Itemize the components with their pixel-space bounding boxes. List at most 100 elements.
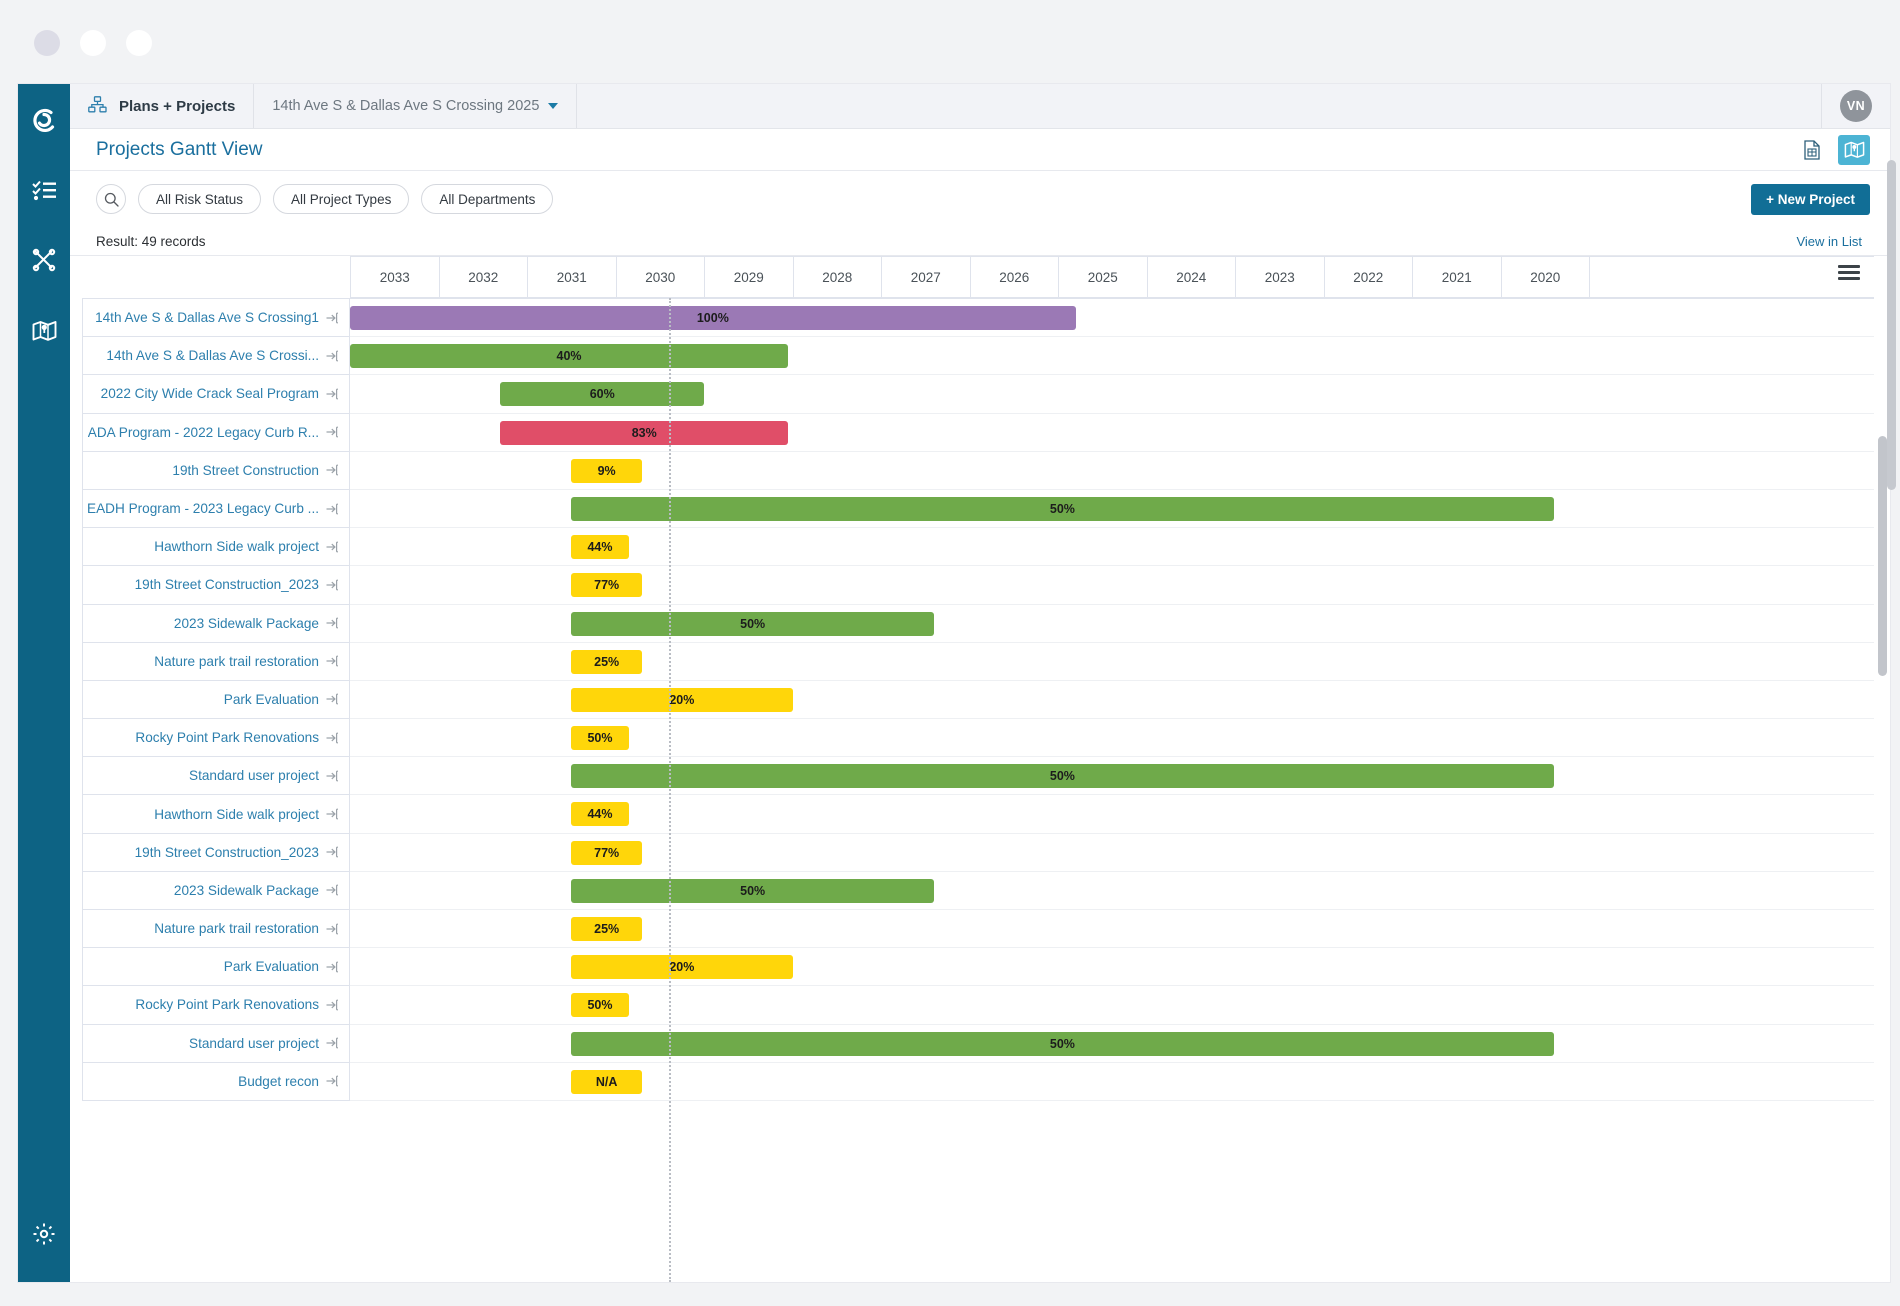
- project-label-row[interactable]: Hawthorn Side walk project: [83, 528, 349, 566]
- project-label-row[interactable]: Standard user project: [83, 1025, 349, 1063]
- project-label-row[interactable]: 2023 Sidewalk Package: [83, 605, 349, 643]
- project-label-row[interactable]: Standard user project: [83, 757, 349, 795]
- project-label-row[interactable]: 19th Street Construction_2023: [83, 566, 349, 604]
- timeline-year-cell: 2025: [1059, 257, 1148, 297]
- open-project-arrow-icon[interactable]: [326, 464, 339, 476]
- page-vertical-scrollbar[interactable]: [1887, 160, 1896, 1220]
- company-logo-icon[interactable]: [24, 98, 64, 142]
- gantt-bar[interactable]: 50%: [571, 879, 934, 903]
- gantt-bar[interactable]: 20%: [571, 955, 792, 979]
- open-project-arrow-icon[interactable]: [326, 961, 339, 973]
- left-navigation-rail: [18, 84, 70, 1282]
- open-project-arrow-icon[interactable]: [326, 1075, 339, 1087]
- open-project-arrow-icon[interactable]: [326, 732, 339, 744]
- page-scrollbar-thumb[interactable]: [1887, 160, 1896, 490]
- project-label-row[interactable]: 19th Street Construction: [83, 452, 349, 490]
- project-label-row[interactable]: 14th Ave S & Dallas Ave S Crossing1: [83, 299, 349, 337]
- gantt-bar[interactable]: 50%: [571, 764, 1553, 788]
- open-project-arrow-icon[interactable]: [326, 655, 339, 667]
- project-label-row[interactable]: 14th Ave S & Dallas Ave S Crossi...: [83, 337, 349, 375]
- gantt-bar[interactable]: 60%: [500, 382, 704, 406]
- gantt-bar[interactable]: 50%: [571, 612, 934, 636]
- gantt-bar[interactable]: 50%: [571, 993, 629, 1017]
- gantt-row: 20%: [350, 681, 1874, 719]
- open-project-arrow-icon[interactable]: [326, 846, 339, 858]
- project-label-row[interactable]: Rocky Point Park Renovations: [83, 719, 349, 757]
- project-label-row[interactable]: 2023 Sidewalk Package: [83, 872, 349, 910]
- open-project-arrow-icon[interactable]: [326, 426, 339, 438]
- open-project-arrow-icon[interactable]: [326, 617, 339, 629]
- window-dot-2[interactable]: [80, 30, 106, 56]
- gantt-bar-value: 83%: [632, 426, 657, 440]
- gantt-bar[interactable]: 25%: [571, 650, 642, 674]
- search-icon[interactable]: [96, 184, 126, 214]
- avatar[interactable]: VN: [1840, 90, 1872, 122]
- report-document-icon[interactable]: [1796, 135, 1828, 165]
- open-project-arrow-icon[interactable]: [326, 579, 339, 591]
- open-project-arrow-icon[interactable]: [326, 503, 339, 515]
- gantt-bar-value: 50%: [1050, 1037, 1075, 1051]
- new-project-button[interactable]: + New Project: [1751, 184, 1870, 215]
- open-project-arrow-icon[interactable]: [326, 541, 339, 553]
- project-label-row[interactable]: EADH Program - 2023 Legacy Curb ...: [83, 490, 349, 528]
- checklist-icon[interactable]: [24, 168, 64, 212]
- open-project-arrow-icon[interactable]: [326, 770, 339, 782]
- timeline-year-cell: 2032: [440, 257, 529, 297]
- project-label-row[interactable]: Rocky Point Park Renovations: [83, 986, 349, 1024]
- project-label-row[interactable]: Nature park trail restoration: [83, 643, 349, 681]
- open-project-arrow-icon[interactable]: [326, 693, 339, 705]
- timeline-year-cell: 2026: [971, 257, 1060, 297]
- gear-icon[interactable]: [24, 1212, 64, 1256]
- gantt-bar[interactable]: 50%: [571, 497, 1553, 521]
- project-label-row[interactable]: Nature park trail restoration: [83, 910, 349, 948]
- window-dot-3[interactable]: [126, 30, 152, 56]
- filter-project-types[interactable]: All Project Types: [273, 184, 409, 214]
- open-project-arrow-icon[interactable]: [326, 884, 339, 896]
- gantt-bar[interactable]: 20%: [571, 688, 792, 712]
- gantt-bar[interactable]: 50%: [571, 726, 629, 750]
- gantt-bar[interactable]: 25%: [571, 917, 642, 941]
- timeline-year-cell: 2024: [1148, 257, 1237, 297]
- gantt-bar[interactable]: 100%: [350, 306, 1076, 330]
- module-label: Plans + Projects: [119, 98, 235, 115]
- project-label-row[interactable]: Hawthorn Side walk project: [83, 795, 349, 833]
- gantt-bar[interactable]: 50%: [571, 1032, 1553, 1056]
- gantt-bar[interactable]: 83%: [500, 421, 788, 445]
- gantt-bar[interactable]: N/A: [571, 1070, 642, 1094]
- gantt-bar[interactable]: 9%: [571, 459, 642, 483]
- project-label-row[interactable]: 2022 City Wide Crack Seal Program: [83, 375, 349, 413]
- project-label-row[interactable]: 19th Street Construction_2023: [83, 834, 349, 872]
- map-icon[interactable]: [24, 308, 64, 352]
- filter-departments[interactable]: All Departments: [421, 184, 553, 214]
- project-selector[interactable]: 14th Ave S & Dallas Ave S Crossing 2025: [254, 84, 577, 128]
- timeline-menu-icon[interactable]: [1838, 265, 1860, 283]
- open-project-arrow-icon[interactable]: [326, 999, 339, 1011]
- gantt-row: 100%: [350, 299, 1874, 337]
- gantt-vertical-scrollbar[interactable]: [1878, 256, 1887, 1282]
- module-plans-projects[interactable]: Plans + Projects: [70, 84, 254, 128]
- timeline-year-cell: 2028: [794, 257, 883, 297]
- project-label: Park Evaluation: [224, 959, 319, 974]
- open-project-arrow-icon[interactable]: [326, 312, 339, 324]
- window-dot-1[interactable]: [34, 30, 60, 56]
- project-label-row[interactable]: Park Evaluation: [83, 948, 349, 986]
- gantt-bar[interactable]: 77%: [571, 573, 642, 597]
- tools-icon[interactable]: [24, 238, 64, 282]
- open-project-arrow-icon[interactable]: [326, 388, 339, 400]
- project-label: 2022 City Wide Crack Seal Program: [101, 386, 319, 401]
- project-label-row[interactable]: ADA Program - 2022 Legacy Curb R...: [83, 414, 349, 452]
- project-label-row[interactable]: Park Evaluation: [83, 681, 349, 719]
- gantt-bar[interactable]: 40%: [350, 344, 788, 368]
- scrollbar-thumb[interactable]: [1878, 436, 1887, 676]
- gantt-bar[interactable]: 44%: [571, 802, 629, 826]
- filter-risk-status[interactable]: All Risk Status: [138, 184, 261, 214]
- open-project-arrow-icon[interactable]: [326, 350, 339, 362]
- view-in-list-link[interactable]: View in List: [1796, 234, 1862, 249]
- open-project-arrow-icon[interactable]: [326, 808, 339, 820]
- gantt-bar[interactable]: 44%: [571, 535, 629, 559]
- open-project-arrow-icon[interactable]: [326, 923, 339, 935]
- map-view-icon[interactable]: [1838, 135, 1870, 165]
- open-project-arrow-icon[interactable]: [326, 1037, 339, 1049]
- project-label-row[interactable]: Budget recon: [83, 1063, 349, 1101]
- gantt-bar[interactable]: 77%: [571, 841, 642, 865]
